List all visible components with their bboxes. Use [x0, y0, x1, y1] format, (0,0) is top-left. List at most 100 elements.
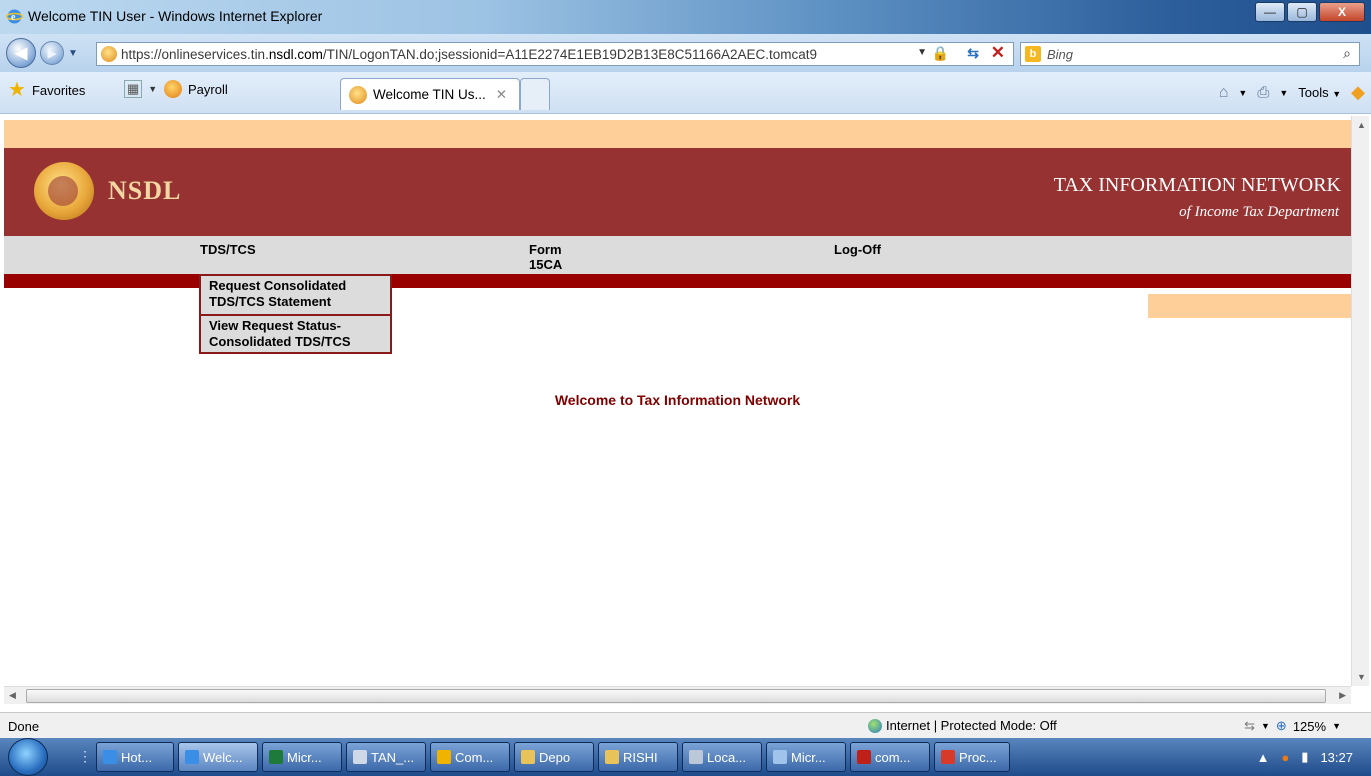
payroll-label: Payroll — [188, 81, 228, 97]
taskbar-item-10[interactable]: com... — [850, 742, 930, 772]
status-text: Done — [8, 719, 40, 734]
search-placeholder: Bing — [1047, 46, 1074, 62]
site-menu-bar: TDS/TCS Form 15CA Log-Off — [4, 236, 1351, 274]
tab-list-dropdown-icon[interactable]: ▼ — [148, 84, 157, 94]
favorite-payroll-link[interactable]: Payroll — [164, 80, 228, 98]
taskbar-item-6[interactable]: Depo — [514, 742, 594, 772]
url-path: /TIN/LogonTAN.do;jsessionid=A11E2274E1EB… — [322, 46, 818, 62]
taskbar-label: com... — [875, 749, 911, 765]
submenu-item2-line2: Consolidated TDS/TCS — [209, 334, 351, 349]
scroll-down-icon[interactable]: ▼ — [1357, 672, 1366, 682]
taskbar-pdf-icon — [941, 750, 955, 764]
tools-dropdown-icon: ▼ — [1332, 89, 1342, 99]
forward-arrow-icon: ▶ — [47, 47, 57, 60]
bing-icon: b — [1025, 46, 1041, 62]
home-icon[interactable]: ⌂ — [1219, 84, 1229, 102]
vertical-scrollbar[interactable]: ▲ ▼ — [1351, 116, 1369, 686]
system-tray: ▲ ● ▮ 13:27 — [1191, 738, 1371, 776]
taskbar-label: Loca... — [707, 749, 747, 765]
taskbar-label: Micr... — [791, 749, 826, 765]
address-dropdown-icon[interactable]: ▼ — [917, 47, 927, 58]
zoom-icon: ⊕ — [1275, 718, 1287, 733]
quick-tabs-button[interactable]: ▦ ▼ — [124, 80, 157, 98]
search-box[interactable]: b Bing ⌕ — [1020, 42, 1360, 66]
menu-form-line1: Form — [529, 242, 562, 257]
windows-taskbar: ⋮ Hot... Welc... Micr... TAN_... Com... … — [0, 738, 1371, 776]
svg-text:e: e — [11, 12, 16, 23]
taskbar-label: RISHI — [623, 749, 658, 765]
favorites-label: Favorites — [31, 82, 86, 98]
taskbar-file-icon — [353, 750, 367, 764]
zoom-control[interactable]: ⇆ ▼ ⊕ 125% ▼ — [1244, 718, 1341, 734]
taskbar-folder-icon — [521, 750, 535, 764]
taskbar-item-1[interactable]: Hot... — [96, 742, 174, 772]
taskbar-item-2[interactable]: Welc... — [178, 742, 258, 772]
submenu-item1-line1: Request Consolidated — [209, 278, 347, 293]
print-icon[interactable]: ⎙ — [1257, 84, 1269, 101]
menu-form-15ca[interactable]: Form 15CA — [529, 242, 562, 272]
submenu-item2-line1: View Request Status- — [209, 318, 341, 333]
internet-explorer-icon: e — [6, 8, 23, 25]
clock[interactable]: 13:27 — [1320, 750, 1353, 765]
search-icon[interactable]: ⌕ — [1343, 45, 1351, 62]
taskbar-computer-icon — [437, 750, 451, 764]
scroll-up-icon[interactable]: ▲ — [1357, 120, 1366, 130]
submenu-item1-line2: TDS/TCS Statement — [209, 294, 332, 309]
taskbar-item-11[interactable]: Proc... — [934, 742, 1010, 772]
right-peach-block — [1148, 294, 1351, 318]
tab-favicon-icon — [349, 85, 367, 104]
maximize-button[interactable]: ▢ — [1287, 2, 1317, 22]
menu-log-off[interactable]: Log-Off — [834, 242, 881, 257]
show-hidden-icons-icon[interactable]: ▲ — [1257, 750, 1270, 765]
menu-tds-tcs[interactable]: TDS/TCS — [200, 242, 256, 257]
quick-launch-grip-icon: ⋮ — [78, 748, 92, 764]
security-lock-icon[interactable]: 🔒 — [932, 45, 949, 62]
favorites-bar: ★ Favorites ▦ ▼ Payroll Welcome TIN Us..… — [0, 72, 1371, 114]
status-dropdown-icon: ▼ — [1261, 721, 1270, 731]
new-tab-button[interactable] — [520, 78, 550, 110]
taskbar-item-5[interactable]: Com... — [430, 742, 510, 772]
window-title-bar[interactable]: e Welcome TIN User - Windows Internet Ex… — [0, 0, 1371, 34]
tab-welcome-tin[interactable]: Welcome TIN Us... ✕ — [340, 78, 520, 110]
stop-icon[interactable]: ✕ — [991, 43, 1005, 63]
taskbar-item-3[interactable]: Micr... — [262, 742, 342, 772]
minimize-button[interactable]: — — [1255, 2, 1285, 22]
taskbar-item-9[interactable]: Micr... — [766, 742, 846, 772]
horizontal-scroll-thumb[interactable] — [26, 689, 1326, 703]
recent-pages-dropdown-icon[interactable]: ▼ — [68, 48, 78, 59]
tds-tcs-dropdown: Request Consolidated TDS/TCS Statement V… — [199, 274, 392, 354]
address-bar[interactable]: https://onlineservices.tin.nsdl.com/TIN/… — [96, 42, 1014, 66]
home-dropdown-icon[interactable]: ▼ — [1238, 88, 1247, 98]
help-icon[interactable]: ◆ — [1351, 82, 1365, 103]
zone-label: Internet | Protected Mode: Off — [886, 718, 1057, 733]
favorites-button[interactable]: ★ Favorites — [8, 80, 85, 100]
start-button[interactable] — [8, 738, 48, 776]
back-button[interactable]: ◀ — [6, 38, 36, 68]
page-status-icon: ⇆ — [1244, 718, 1255, 733]
taskbar-item-7[interactable]: RISHI — [598, 742, 678, 772]
url-domain: nsdl.com — [268, 46, 323, 62]
tray-app-icon[interactable]: ● — [1281, 750, 1289, 765]
taskbar-item-8[interactable]: Loca... — [682, 742, 762, 772]
security-zone[interactable]: Internet | Protected Mode: Off — [868, 718, 1057, 733]
page-content: NSDL TAX INFORMATION NETWORK of Income T… — [4, 116, 1351, 686]
menu-form-line2: 15CA — [529, 257, 563, 272]
tools-menu-button[interactable]: Tools ▼ — [1298, 85, 1341, 100]
request-consolidated-statement-link[interactable]: Request Consolidated TDS/TCS Statement — [201, 276, 390, 314]
horizontal-scrollbar[interactable]: ◀ ▶ — [4, 686, 1351, 704]
scroll-right-icon[interactable]: ▶ — [1339, 690, 1346, 701]
close-window-button[interactable]: X — [1319, 2, 1365, 22]
taskbar-item-4[interactable]: TAN_... — [346, 742, 426, 772]
forward-button[interactable]: ▶ — [40, 41, 64, 65]
scroll-left-icon[interactable]: ◀ — [9, 690, 16, 701]
refresh-icon[interactable]: ⇆ — [967, 45, 979, 62]
view-request-status-link[interactable]: View Request Status- Consolidated TDS/TC… — [201, 314, 390, 352]
window-title: Welcome TIN User - Windows Internet Expl… — [28, 8, 323, 24]
top-peach-strip — [4, 120, 1351, 148]
payroll-favicon-icon — [164, 80, 182, 98]
print-dropdown-icon[interactable]: ▼ — [1279, 88, 1288, 98]
close-tab-icon[interactable]: ✕ — [496, 87, 507, 103]
tab-title: Welcome TIN Us... — [373, 87, 486, 102]
taskbar-label: Com... — [455, 749, 494, 765]
tray-device-icon[interactable]: ▮ — [1301, 749, 1308, 765]
